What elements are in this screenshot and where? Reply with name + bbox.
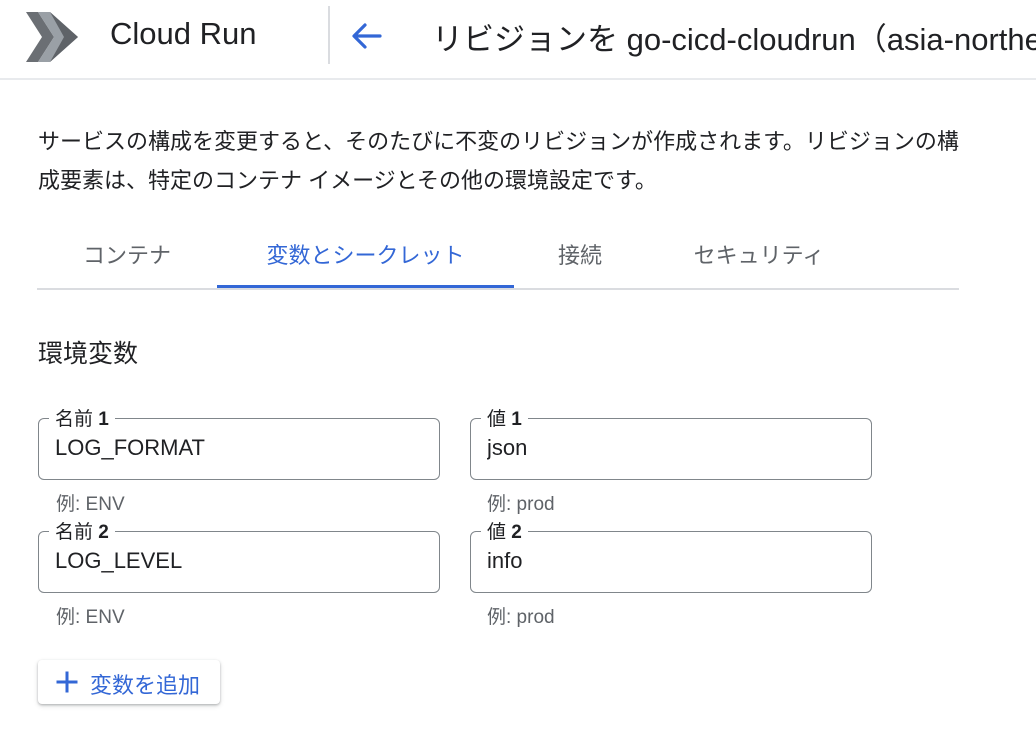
- env-name-field-2: 名前 2: [38, 517, 440, 593]
- env-name-field-1: 名前 1: [38, 404, 440, 480]
- env-value-label-1: 値 1: [481, 404, 528, 431]
- env-name-label-2: 名前 2: [49, 517, 115, 544]
- tab-variables-secrets[interactable]: 変数とシークレット: [217, 222, 514, 288]
- tab-connections[interactable]: 接続: [514, 222, 646, 288]
- env-name-hint-2: 例: ENV: [56, 607, 125, 628]
- back-button[interactable]: [344, 16, 388, 56]
- env-value-field-2: 値 2: [470, 517, 872, 593]
- env-section-title: 環境変数: [38, 340, 139, 368]
- plus-icon: [56, 671, 78, 693]
- env-value-label-2: 値 2: [481, 517, 528, 544]
- tab-bar: コンテナ 変数とシークレット 接続 セキュリティ: [37, 222, 959, 290]
- tab-security[interactable]: セキュリティ: [646, 222, 872, 288]
- env-value-hint-2: 例: prod: [487, 607, 555, 628]
- env-name-input-2[interactable]: [55, 546, 415, 576]
- env-value-input-1[interactable]: [487, 433, 847, 463]
- env-value-hint-1: 例: prod: [487, 494, 555, 515]
- arrow-back-icon: [352, 23, 382, 49]
- tab-container[interactable]: コンテナ: [37, 222, 217, 288]
- top-bar: Cloud Run リビジョンを go-cicd-cloudrun（asia-n…: [0, 0, 1036, 80]
- env-value-field-1: 値 1: [470, 404, 872, 480]
- env-name-hint-1: 例: ENV: [56, 494, 125, 515]
- env-value-input-2[interactable]: [487, 546, 847, 576]
- env-name-input-1[interactable]: [55, 433, 415, 463]
- add-variable-button[interactable]: 変数を追加: [38, 660, 220, 704]
- header-divider: [328, 6, 330, 64]
- page-title: リビジョンを go-cicd-cloudrun（asia-northeast1）…: [432, 22, 1036, 57]
- env-name-label-1: 名前 1: [49, 404, 115, 431]
- cloud-run-logo-icon: [26, 12, 78, 62]
- product-name: Cloud Run: [110, 16, 257, 51]
- add-variable-label: 変数を追加: [90, 673, 201, 698]
- active-tab-indicator: [217, 285, 514, 288]
- page-description: サービスの構成を変更すると、そのたびに不変のリビジョンが作成されます。リビジョン…: [38, 129, 959, 193]
